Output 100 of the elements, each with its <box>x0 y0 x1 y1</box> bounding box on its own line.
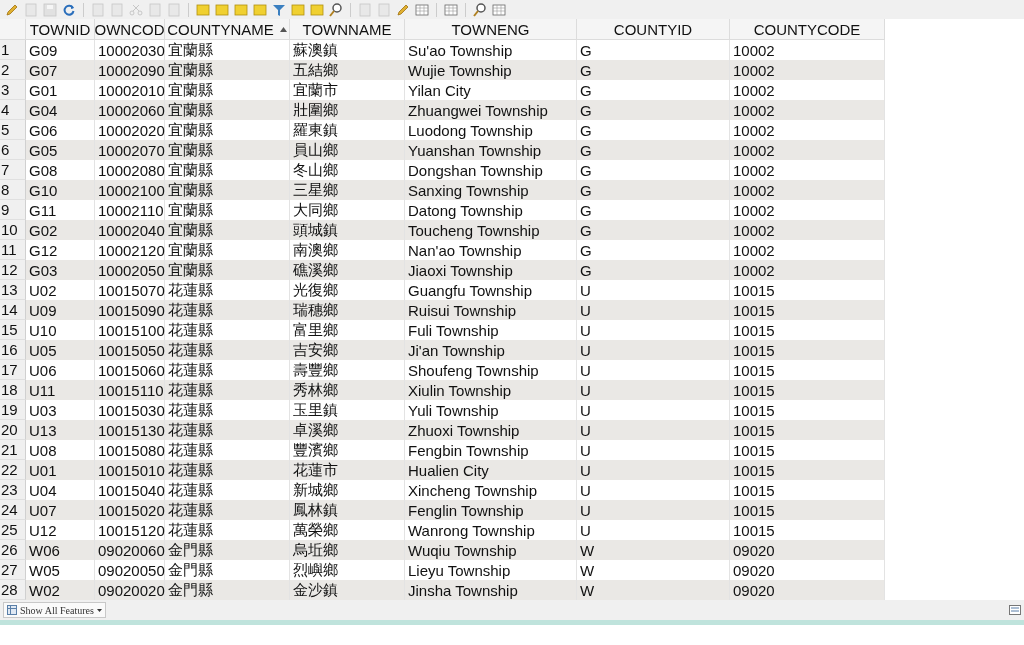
selection-icon[interactable] <box>252 1 268 18</box>
table-cell: 鳳林鎮 <box>290 500 405 520</box>
table-cell: 10015050 <box>95 340 165 360</box>
row-header[interactable]: 27 <box>0 560 26 580</box>
table-cell: 員山鄉 <box>290 140 405 160</box>
table-cell: 10002040 <box>95 220 165 240</box>
table-cell: 礁溪鄉 <box>290 260 405 280</box>
table-cell: 10015 <box>730 300 885 320</box>
table-cell: 10002090 <box>95 60 165 80</box>
table-cell: G <box>577 260 730 280</box>
row-header[interactable]: 1 <box>0 40 26 60</box>
table-icon <box>7 605 17 615</box>
table-cell: 10002 <box>730 180 885 200</box>
row-header[interactable]: 15 <box>0 320 26 340</box>
row-header[interactable]: 12 <box>0 260 26 280</box>
table-cell: G03 <box>26 260 95 280</box>
table-cell: 烏坵鄉 <box>290 540 405 560</box>
selection-icon[interactable] <box>195 1 211 18</box>
table-cell: G04 <box>26 100 95 120</box>
row-header[interactable]: 3 <box>0 80 26 100</box>
table-cell: Ruisui Township <box>405 300 577 320</box>
row-header[interactable]: 13 <box>0 280 26 300</box>
row-header[interactable]: 28 <box>0 580 26 600</box>
row-header[interactable]: 10 <box>0 220 26 240</box>
table-cell: 10015090 <box>95 300 165 320</box>
column-header[interactable]: TOWNENG <box>405 19 577 40</box>
table-cell: 10002070 <box>95 140 165 160</box>
table-cell: Fenglin Township <box>405 500 577 520</box>
row-header[interactable]: 20 <box>0 420 26 440</box>
row-header[interactable]: 26 <box>0 540 26 560</box>
table-cell: Hualien City <box>405 460 577 480</box>
table-cell: 花蓮縣 <box>165 340 290 360</box>
show-features-dropdown[interactable]: Show All Features <box>3 602 106 618</box>
table-cell: U <box>577 300 730 320</box>
table-cell: 秀林鄉 <box>290 380 405 400</box>
table-cell: Yuanshan Township <box>405 140 577 160</box>
table-cell: G <box>577 140 730 160</box>
table-cell: W06 <box>26 540 95 560</box>
table-cell: G <box>577 220 730 240</box>
table-cell: 10002 <box>730 100 885 120</box>
table-icon[interactable] <box>414 1 430 18</box>
row-header[interactable]: 6 <box>0 140 26 160</box>
table-cell: 10002100 <box>95 180 165 200</box>
table-cell: U07 <box>26 500 95 520</box>
column-header[interactable]: TOWNNAME <box>290 19 405 40</box>
row-header[interactable]: 8 <box>0 180 26 200</box>
column-header[interactable]: COUNTYNAME <box>165 19 290 40</box>
table-cell: W02 <box>26 580 95 600</box>
row-header[interactable]: 19 <box>0 400 26 420</box>
table-cell: 宜蘭縣 <box>165 180 290 200</box>
table-icon[interactable] <box>443 1 459 18</box>
row-header[interactable]: 17 <box>0 360 26 380</box>
selection-icon[interactable] <box>233 1 249 18</box>
form-view-icon[interactable] <box>1009 605 1021 615</box>
table-cell: 09020 <box>730 580 885 600</box>
table-cell: 三星鄉 <box>290 180 405 200</box>
row-header[interactable]: 25 <box>0 520 26 540</box>
table-cell: 吉安鄉 <box>290 340 405 360</box>
column-header[interactable]: OWNCOD <box>95 19 165 40</box>
table-cell: Xiulin Township <box>405 380 577 400</box>
row-header[interactable]: 5 <box>0 120 26 140</box>
row-header[interactable]: 16 <box>0 340 26 360</box>
table-cell: U11 <box>26 380 95 400</box>
row-header[interactable]: 9 <box>0 200 26 220</box>
selection-icon[interactable] <box>290 1 306 18</box>
table-cell: U <box>577 500 730 520</box>
magnifier-icon[interactable] <box>472 1 488 18</box>
table-cell: 10002060 <box>95 100 165 120</box>
row-header[interactable]: 7 <box>0 160 26 180</box>
table-cell: U13 <box>26 420 95 440</box>
table-cell: 金門縣 <box>165 540 290 560</box>
table-cell: U <box>577 420 730 440</box>
table-cell: 10015110 <box>95 380 165 400</box>
row-header[interactable]: 14 <box>0 300 26 320</box>
table-cell: 卓溪鄉 <box>290 420 405 440</box>
table-cell: U <box>577 380 730 400</box>
column-header[interactable]: COUNTYCODE <box>730 19 885 40</box>
table-cell: G <box>577 100 730 120</box>
table-cell: 10002050 <box>95 260 165 280</box>
row-header[interactable]: 4 <box>0 100 26 120</box>
row-header[interactable]: 2 <box>0 60 26 80</box>
table-cell: U01 <box>26 460 95 480</box>
table-cell: 10002 <box>730 140 885 160</box>
table-cell: W <box>577 580 730 600</box>
magnifier-icon[interactable] <box>328 1 344 18</box>
table-cell: 花蓮市 <box>290 460 405 480</box>
row-header[interactable]: 21 <box>0 440 26 460</box>
table-cell: G07 <box>26 60 95 80</box>
row-header[interactable]: 23 <box>0 480 26 500</box>
column-header[interactable]: COUNTYID <box>577 19 730 40</box>
selection-icon[interactable] <box>214 1 230 18</box>
row-header[interactable]: 11 <box>0 240 26 260</box>
table-cell: Zhuoxi Township <box>405 420 577 440</box>
select-all-corner[interactable] <box>0 19 26 40</box>
row-header[interactable]: 18 <box>0 380 26 400</box>
row-header[interactable]: 22 <box>0 460 26 480</box>
row-header[interactable]: 24 <box>0 500 26 520</box>
table-cell: 10015130 <box>95 420 165 440</box>
table-cell: Ji'an Township <box>405 340 577 360</box>
column-header[interactable]: TOWNID <box>26 19 95 40</box>
